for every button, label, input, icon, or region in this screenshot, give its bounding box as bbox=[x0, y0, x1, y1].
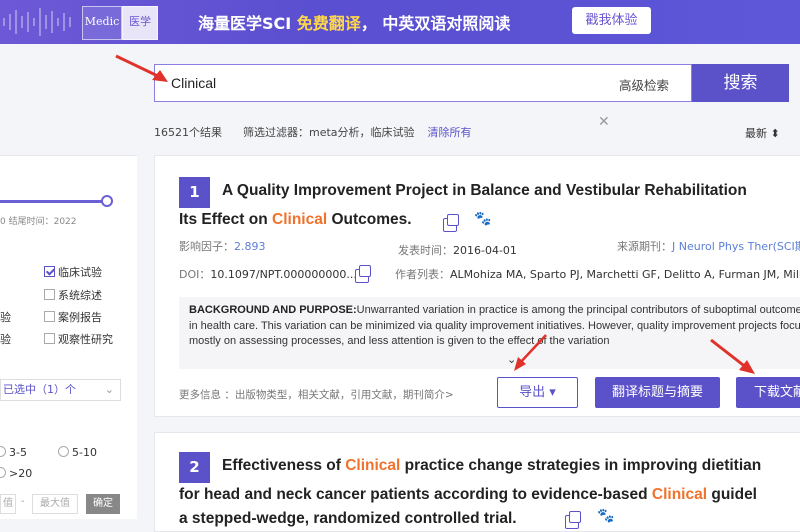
checkbox-systematic-review[interactable]: 系统综述 bbox=[44, 287, 102, 303]
radio-5-10[interactable]: 5-10 bbox=[58, 446, 97, 459]
search-box: 高级检索 bbox=[154, 64, 692, 102]
checkbox-partial-2[interactable]: 验 bbox=[0, 331, 11, 347]
checkbox-case-report[interactable]: 案例报告 bbox=[44, 309, 102, 325]
promo-banner[interactable]: Medic 医学 海量医学SCI 免费翻译， 中英双语对照阅读 戳我体验 bbox=[0, 0, 800, 44]
impact-factor: 影响因子：2.893 bbox=[179, 240, 266, 253]
result-title-cont[interactable]: Its Effect on Clinical Outcomes. bbox=[179, 211, 412, 229]
filter-summary: 筛选过滤器：meta分析，临床试验 bbox=[243, 126, 415, 139]
result-title[interactable]: Effectiveness of Clinical practice chang… bbox=[222, 457, 761, 475]
sort-icon: ⬍ bbox=[770, 127, 780, 140]
radio-icon[interactable] bbox=[58, 446, 69, 457]
selected-dropdown[interactable]: 已选中（1）个 ⌄ bbox=[0, 379, 121, 401]
advanced-search-link[interactable]: 高级检索 bbox=[619, 75, 669, 94]
copy-icon[interactable] bbox=[443, 214, 459, 232]
result-title-cont[interactable]: for head and neck cancer patients accord… bbox=[179, 486, 757, 504]
try-now-button[interactable]: 戳我体验 bbox=[572, 7, 651, 34]
export-button[interactable]: 导出 ▾ bbox=[497, 377, 578, 408]
abstract: BACKGROUND AND PURPOSE:Unwarranted varia… bbox=[179, 297, 800, 369]
result-summary: 16521个结果 筛选过滤器：meta分析，临床试验 清除所有 bbox=[154, 124, 472, 140]
clear-filters-link[interactable]: 清除所有 bbox=[428, 126, 472, 139]
range-dash: - bbox=[21, 496, 25, 507]
checkbox-partial-1[interactable]: 验 bbox=[0, 309, 11, 325]
year-slider-handle[interactable] bbox=[101, 195, 113, 207]
result-card-2: 2 Effectiveness of Clinical practice cha… bbox=[154, 432, 800, 532]
chevron-down-icon: ⌄ bbox=[104, 383, 114, 396]
min-value-input[interactable]: 值 bbox=[0, 494, 16, 514]
yixue-logo: 医学 bbox=[122, 6, 158, 40]
result-card-1: 1 A Quality Improvement Project in Balan… bbox=[154, 155, 800, 417]
year-range-text: 0 结尾时间：2022 bbox=[0, 217, 77, 227]
sort-dropdown[interactable]: 最新 ⬍ bbox=[745, 125, 780, 141]
result-title-cont-2[interactable]: a stepped-wedge, randomized controlled t… bbox=[179, 510, 517, 528]
more-info[interactable]: 更多信息 ：出版物类型，相关文献，引用文献，期刊简介> bbox=[179, 387, 454, 402]
publish-date: 发表时间：2016-04-01 bbox=[398, 244, 517, 257]
source-journal: 来源期刊：J Neurol Phys Ther(SCI期 bbox=[617, 240, 800, 253]
doi: DOI：10.1097/NPT.000000000... bbox=[179, 268, 357, 281]
filter-sidebar: 0 结尾时间：2022 临床试验 系统综述 验 案例报告 验 观察性研究 已选中… bbox=[0, 155, 137, 519]
result-count: 16521个结果 bbox=[154, 126, 222, 139]
search-button[interactable]: 搜索 bbox=[692, 64, 789, 102]
checkbox-checked-icon[interactable] bbox=[44, 266, 55, 277]
expand-chevron-icon[interactable]: ⌄ bbox=[507, 353, 516, 366]
copy-doi-icon[interactable] bbox=[355, 265, 371, 283]
radio-3-5[interactable]: 3-5 bbox=[0, 446, 27, 459]
checkbox-observational[interactable]: 观察性研究 bbox=[44, 331, 113, 347]
checkbox-clinical-trial[interactable]: 临床试验 bbox=[44, 264, 102, 280]
copy-icon[interactable] bbox=[565, 511, 581, 529]
result-number: 2 bbox=[179, 452, 210, 483]
checkbox-icon[interactable] bbox=[44, 333, 55, 344]
close-icon[interactable]: ✕ bbox=[598, 114, 610, 130]
authors: 作者列表：ALMohiza MA, Sparto PJ, Marchetti G… bbox=[395, 268, 800, 281]
checkbox-icon[interactable] bbox=[44, 289, 55, 300]
medic-logo: Medic bbox=[82, 6, 122, 40]
result-title[interactable]: A Quality Improvement Project in Balance… bbox=[222, 182, 747, 200]
translate-button[interactable]: 翻译标题与摘要 bbox=[595, 377, 720, 408]
radio-icon[interactable] bbox=[0, 467, 6, 478]
max-value-input[interactable]: 最大值 bbox=[32, 494, 78, 514]
radio-icon[interactable] bbox=[0, 446, 6, 457]
radio-gt-20[interactable]: >20 bbox=[0, 467, 32, 480]
paw-icon[interactable]: 🐾 bbox=[597, 508, 614, 524]
checkbox-icon[interactable] bbox=[44, 311, 55, 322]
result-number: 1 bbox=[179, 177, 210, 208]
search-input[interactable] bbox=[155, 65, 595, 101]
download-button[interactable]: 下载文献 bbox=[736, 377, 800, 408]
confirm-button[interactable]: 确定 bbox=[86, 494, 120, 514]
paw-icon[interactable]: 🐾 bbox=[474, 211, 491, 227]
banner-headline: 海量医学SCI 免费翻译， 中英双语对照阅读 bbox=[198, 14, 511, 33]
year-slider-track[interactable] bbox=[0, 200, 108, 203]
